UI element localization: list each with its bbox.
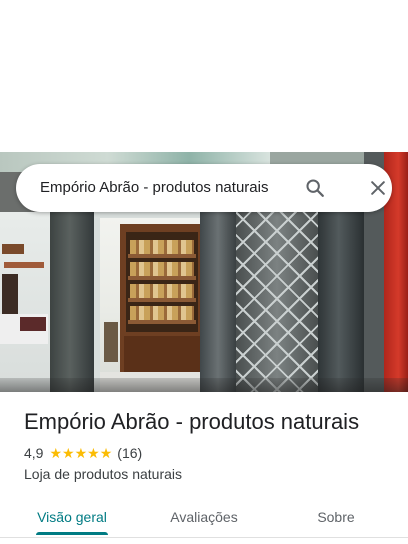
window-shelf [2, 274, 18, 314]
sidewalk [0, 378, 408, 392]
product-jars [130, 262, 194, 276]
place-tabs: Visão geral Avaliações Sobre [0, 498, 408, 538]
tab-reviews[interactable]: Avaliações [156, 498, 252, 536]
place-title: Empório Abrão - produtos naturais [24, 409, 360, 434]
gate-lattice [236, 212, 318, 392]
close-icon[interactable] [368, 178, 388, 198]
active-tab-indicator [36, 532, 108, 535]
plant [104, 322, 118, 362]
map-area [0, 0, 408, 152]
review-count[interactable]: (16) [117, 445, 142, 461]
tabs-divider [0, 537, 408, 538]
cabinet-base [124, 336, 200, 372]
product-jars [130, 284, 194, 298]
product-jars [130, 240, 194, 254]
rating-row[interactable]: 4,9 ★ ★ ★ ★ ★ (16) [24, 445, 142, 461]
tab-overview[interactable]: Visão geral [24, 498, 120, 536]
tab-about[interactable]: Sobre [288, 498, 384, 536]
star-rating: ★ ★ ★ ★ ★ [49, 446, 112, 460]
star-icon: ★ [87, 445, 100, 461]
cabinet-shelf [128, 298, 196, 302]
stone-pillar [318, 208, 364, 392]
star-icon: ★ [74, 445, 88, 461]
stone-pillar [50, 210, 94, 392]
window-shelf [2, 244, 24, 254]
stone-pillar [200, 212, 236, 392]
cabinet-shelf [128, 254, 196, 258]
metal-gate [236, 212, 318, 392]
window-product [20, 317, 46, 331]
place-category: Loja de produtos naturais [24, 466, 182, 482]
search-bar[interactable]: Empório Abrão - produtos naturais [16, 164, 392, 212]
search-input[interactable]: Empório Abrão - produtos naturais [40, 179, 268, 196]
window-shelf [4, 262, 44, 268]
rating-value: 4,9 [24, 445, 44, 461]
cabinet-shelf [128, 276, 196, 280]
product-jars [130, 306, 194, 320]
star-icon: ★ [49, 445, 63, 461]
search-icon[interactable] [304, 177, 326, 199]
star-icon: ★ [99, 445, 113, 461]
star-icon: ★ [62, 445, 75, 461]
cabinet-shelf [128, 320, 196, 324]
